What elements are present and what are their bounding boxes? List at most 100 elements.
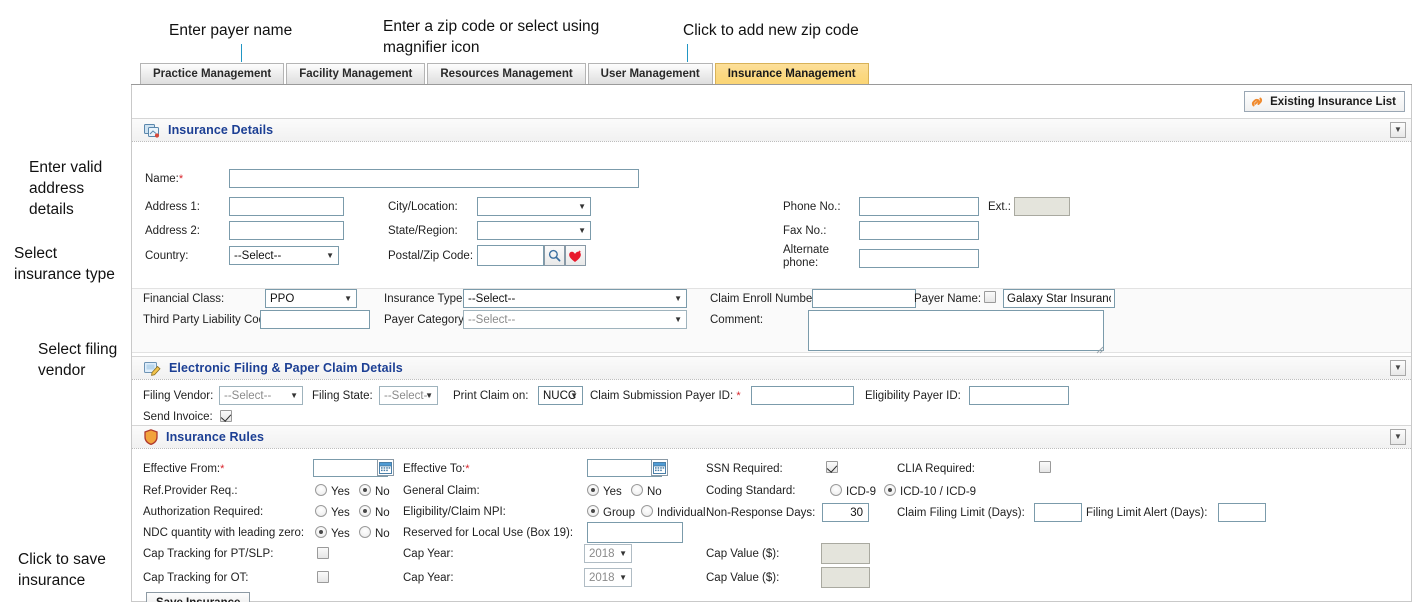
cap-value-pt-input[interactable]	[821, 543, 870, 564]
edit-document-icon	[144, 361, 161, 376]
payer-category-select[interactable]: --Select-- ▼	[463, 310, 687, 329]
financial-class-select[interactable]: PPO ▼	[265, 289, 357, 308]
ref-provider-no-radio[interactable]	[359, 484, 371, 496]
cap-tracking-ot-checkbox[interactable]	[317, 571, 329, 583]
section-title-insurance-rules: Insurance Rules	[166, 430, 265, 444]
cap-year-pt-select[interactable]: 2018 ▼	[584, 544, 632, 563]
label-cap-tracking-ot: Cap Tracking for OT:	[143, 572, 249, 584]
insurance-card-icon	[144, 123, 160, 138]
link-icon	[1250, 95, 1264, 109]
annotation-address: Enter valid address details	[29, 159, 103, 218]
authorization-yes-radio[interactable]	[315, 505, 327, 517]
fax-input[interactable]	[859, 221, 979, 240]
insurance-details-body: Name:* Address 1: Address 2: Country: --…	[132, 142, 1411, 288]
country-select[interactable]: --Select-- ▼	[229, 246, 339, 265]
label-insurance-type: Insurance Type:*	[384, 293, 470, 305]
general-claim-no-radio[interactable]	[631, 484, 643, 496]
filing-state-select[interactable]: --Select-- ▼	[379, 386, 438, 405]
magnifier-icon[interactable]	[544, 245, 565, 266]
annotation-filing-vendor: Select filing vendor	[38, 341, 118, 379]
label-ssn-required: SSN Required:	[706, 463, 783, 475]
authorization-no-radio[interactable]	[359, 505, 371, 517]
collapse-electronic-filing-icon[interactable]: ▼	[1390, 360, 1406, 376]
calendar-icon-to[interactable]	[651, 459, 668, 476]
comment-textarea[interactable]	[808, 310, 1104, 351]
print-claim-on-select[interactable]: NUCC ▼	[538, 386, 583, 405]
tab-insurance-management[interactable]: Insurance Management	[714, 63, 869, 84]
claim-submission-payer-id-input[interactable]	[751, 386, 854, 405]
label-address2: Address 2:	[145, 225, 200, 237]
city-select[interactable]: ▼	[477, 197, 591, 216]
save-insurance-button[interactable]: Save Insurance	[146, 592, 251, 602]
label-claim-filing-limit: Claim Filing Limit (Days):	[897, 507, 1025, 519]
tab-user-management[interactable]: User Management	[587, 63, 713, 84]
send-invoice-checkbox[interactable]	[220, 410, 232, 422]
general-claim-no-label: No	[647, 486, 662, 498]
address1-input[interactable]	[229, 197, 344, 216]
chevron-down-icon: ▼	[344, 293, 352, 303]
ref-provider-no-label: No	[375, 486, 390, 498]
cap-year-ot-select[interactable]: 2018 ▼	[584, 568, 632, 587]
chevron-down-icon: ▼	[570, 390, 578, 400]
tab-resources-management[interactable]: Resources Management	[427, 63, 586, 84]
npi-individual-radio[interactable]	[641, 505, 653, 517]
coding-icd9-radio[interactable]	[830, 484, 842, 496]
label-filing-state: Filing State:	[312, 390, 373, 402]
non-response-days-input[interactable]	[822, 503, 869, 522]
alternate-phone-input[interactable]	[859, 249, 979, 268]
payer-name-input[interactable]	[1003, 289, 1115, 308]
state-select[interactable]: ▼	[477, 221, 591, 240]
electronic-filing-body: Filing Vendor: --Select-- ▼ Filing State…	[132, 380, 1411, 425]
insurance-type-select[interactable]: --Select-- ▼	[463, 289, 687, 308]
cap-year-pt-value: 2018	[589, 547, 615, 560]
filing-vendor-select[interactable]: --Select-- ▼	[219, 386, 303, 405]
address2-input[interactable]	[229, 221, 344, 240]
name-input[interactable]	[229, 169, 639, 188]
annotation-payer-name: Enter payer name	[169, 22, 293, 39]
tab-facility-management[interactable]: Facility Management	[286, 63, 426, 84]
save-insurance-label: Save Insurance	[156, 597, 240, 602]
label-filing-vendor: Filing Vendor:	[143, 390, 214, 402]
label-general-claim: General Claim:	[403, 485, 480, 497]
heart-icon[interactable]	[565, 245, 586, 266]
ext-input[interactable]	[1014, 197, 1070, 216]
label-authorization-required: Authorization Required:	[143, 506, 264, 518]
reserved-local-use-input[interactable]	[587, 522, 683, 543]
calendar-icon-from[interactable]	[377, 459, 394, 476]
insurance-rules-body: Effective From:* Effective To:* Ref.Prov…	[132, 449, 1411, 602]
general-claim-yes-label: Yes	[603, 486, 622, 498]
collapse-insurance-rules-icon[interactable]: ▼	[1390, 429, 1406, 445]
coding-icd10-radio[interactable]	[884, 484, 896, 496]
section-title-electronic-filing: Electronic Filing & Paper Claim Details	[169, 361, 403, 375]
label-payer-name: Payer Name:	[914, 293, 982, 305]
postal-zip-input[interactable]	[477, 245, 544, 266]
ref-provider-yes-radio[interactable]	[315, 484, 327, 496]
payer-category-value: --Select--	[468, 313, 516, 326]
general-claim-yes-radio[interactable]	[587, 484, 599, 496]
clia-required-checkbox[interactable]	[1039, 461, 1051, 473]
npi-group-radio[interactable]	[587, 505, 599, 517]
claim-enroll-number-input[interactable]	[812, 289, 916, 308]
third-party-liability-input[interactable]	[260, 310, 370, 329]
phone-input[interactable]	[859, 197, 979, 216]
filing-limit-alert-input[interactable]	[1218, 503, 1266, 522]
cap-tracking-pt-checkbox[interactable]	[317, 547, 329, 559]
ssn-required-checkbox[interactable]	[826, 461, 838, 473]
tab-practice-management[interactable]: Practice Management	[140, 63, 285, 84]
chevron-down-icon: ▼	[619, 548, 627, 558]
label-print-claim-on: Print Claim on:	[453, 390, 529, 402]
collapse-insurance-details-icon[interactable]: ▼	[1390, 122, 1406, 138]
ndc-yes-radio[interactable]	[315, 526, 327, 538]
existing-insurance-list-button[interactable]: Existing Insurance List	[1244, 91, 1405, 112]
authorization-yes-label: Yes	[331, 507, 350, 519]
payer-name-checkbox[interactable]	[984, 291, 996, 303]
eligibility-payer-id-input[interactable]	[969, 386, 1069, 405]
label-financial-class: Financial Class:	[143, 293, 225, 305]
claim-filing-limit-input[interactable]	[1034, 503, 1082, 522]
insurance-type-value: --Select--	[468, 292, 516, 305]
ndc-no-radio[interactable]	[359, 526, 371, 538]
label-comment: Comment:	[710, 314, 764, 326]
cap-year-ot-value: 2018	[589, 571, 615, 584]
label-ext: Ext.:	[988, 201, 1012, 213]
cap-value-ot-input[interactable]	[821, 567, 870, 588]
